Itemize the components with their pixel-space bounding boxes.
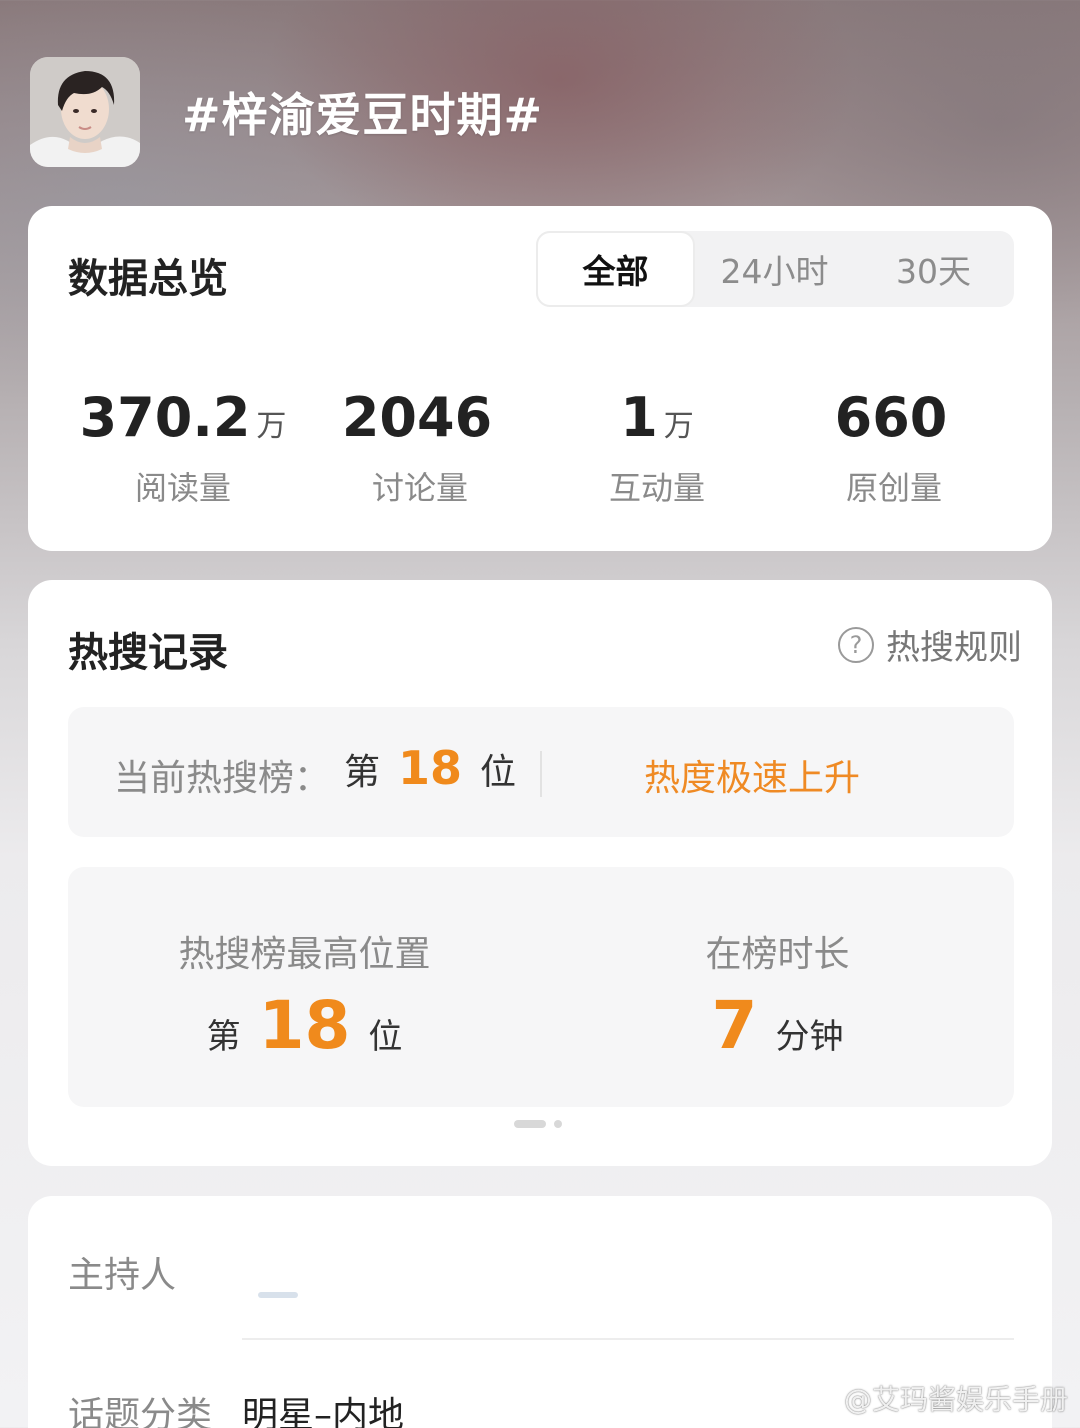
topic-avatar[interactable] bbox=[30, 57, 140, 167]
page-indicator[interactable] bbox=[514, 1120, 562, 1128]
current-rank-value: 第 18 位 bbox=[344, 741, 516, 795]
topic-header: #梓渝爱豆时期# bbox=[30, 57, 543, 167]
current-rank-prefix: 第 bbox=[344, 752, 381, 793]
rank-divider bbox=[540, 751, 542, 797]
watermark-text: @艾玛酱娱乐手册 bbox=[843, 1383, 1068, 1416]
stat-originals-value: 660 bbox=[834, 386, 948, 449]
time-range-tabs: 全部 24小时 30天 bbox=[536, 231, 1014, 307]
topic-title: #梓渝爱豆时期# bbox=[182, 88, 544, 142]
stat-interactions: 1万 互动量 bbox=[542, 386, 772, 509]
tab-all[interactable]: 全部 bbox=[536, 231, 695, 307]
page-indicator-dot bbox=[554, 1120, 562, 1128]
current-rank-panel: 当前热搜榜： 第 18 位 热度极速上升 bbox=[68, 707, 1014, 837]
stat-interactions-label: 互动量 bbox=[608, 469, 705, 507]
on-list-duration: 在榜时长 7 分钟 bbox=[541, 867, 1014, 1107]
current-rank-label: 当前热搜榜： bbox=[114, 758, 331, 799]
peak-position-title: 热搜榜最高位置 bbox=[178, 934, 431, 975]
stat-discussions: 2046 讨论量 bbox=[305, 386, 535, 509]
stat-reads: 370.2 万 阅读量 bbox=[68, 386, 298, 509]
host-label: 主持人 bbox=[68, 1255, 177, 1296]
help-icon: ? bbox=[838, 626, 874, 663]
peak-rank-prefix: 第 bbox=[206, 1017, 241, 1057]
hot-search-title: 热搜记录 bbox=[68, 630, 228, 676]
stat-reads-value: 370.2 bbox=[79, 386, 251, 449]
watermark: @艾玛酱娱乐手册 bbox=[798, 1378, 1068, 1418]
stat-originals-label: 原创量 bbox=[845, 469, 942, 507]
stat-discussions-value: 2046 bbox=[341, 386, 493, 449]
duration-title: 在榜时长 bbox=[705, 934, 850, 975]
peak-rank-suffix: 位 bbox=[368, 1017, 403, 1057]
heat-trend: 热度极速上升 bbox=[644, 758, 861, 799]
hot-search-card: 热搜记录 ? 热搜规则 当前热搜榜： 第 18 位 热度极速上升 热搜榜最高位置… bbox=[28, 580, 1052, 1166]
tab-30d[interactable]: 30天 bbox=[854, 231, 1013, 307]
current-rank-number: 18 bbox=[398, 741, 463, 795]
hot-search-rules-link[interactable]: ? 热搜规则 bbox=[838, 620, 1022, 669]
weibo-logo-icon bbox=[799, 1386, 836, 1414]
data-overview-card: 数据总览 全部 24小时 30天 370.2 万 阅读量 2046 讨论量 1万 … bbox=[28, 206, 1052, 551]
tab-24h[interactable]: 24小时 bbox=[695, 231, 854, 307]
stat-originals: 660 原创量 bbox=[779, 386, 1009, 509]
peak-rank-number: 18 bbox=[258, 987, 351, 1064]
peak-position: 热搜榜最高位置 第 18 位 bbox=[68, 867, 541, 1107]
stat-reads-unit: 万 bbox=[256, 409, 287, 444]
info-divider bbox=[242, 1338, 1014, 1340]
hot-search-rules-label: 热搜规则 bbox=[886, 628, 1022, 668]
stat-reads-label: 阅读量 bbox=[134, 469, 231, 507]
stat-discussions-label: 讨论量 bbox=[371, 469, 468, 507]
peak-stats-panel: 热搜榜最高位置 第 18 位 在榜时长 7 分钟 bbox=[68, 867, 1014, 1107]
current-rank-suffix: 位 bbox=[480, 752, 517, 793]
stats-row: 370.2 万 阅读量 2046 讨论量 1万 互动量 660 原创量 bbox=[28, 386, 1052, 509]
category-label: 话题分类 bbox=[68, 1395, 213, 1428]
category-value: 明星–内地 bbox=[242, 1395, 405, 1428]
overview-title: 数据总览 bbox=[68, 256, 228, 302]
duration-number: 7 bbox=[711, 987, 758, 1064]
duration-unit: 分钟 bbox=[775, 1017, 844, 1057]
page-indicator-active bbox=[514, 1120, 546, 1128]
stat-interactions-unit: 万 bbox=[663, 409, 694, 444]
host-avatar-placeholder bbox=[258, 1292, 298, 1298]
stat-interactions-value: 1 bbox=[620, 386, 658, 449]
avatar-portrait-icon bbox=[30, 57, 140, 167]
